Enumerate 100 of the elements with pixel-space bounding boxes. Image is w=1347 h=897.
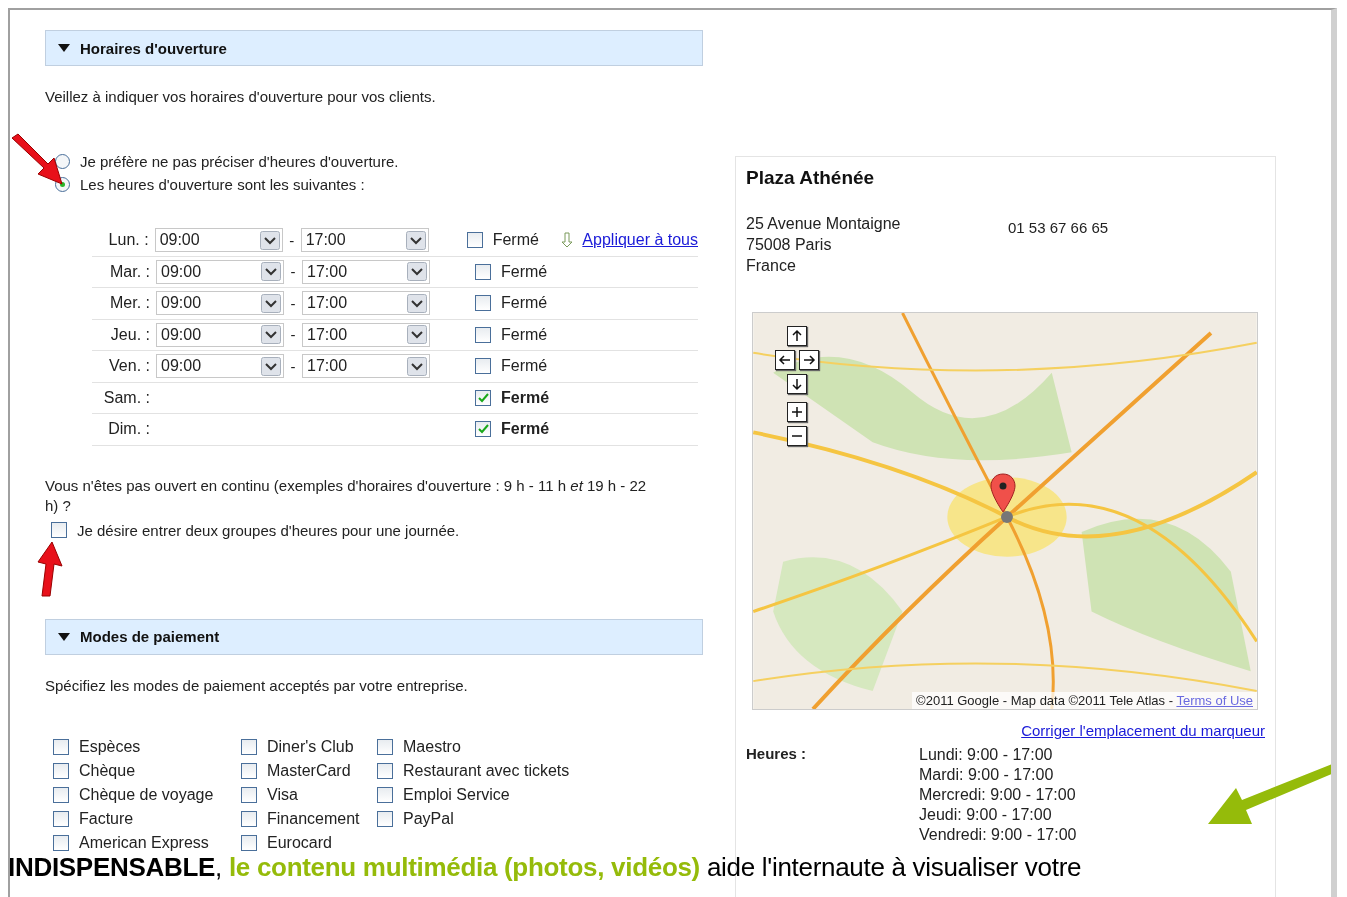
checkbox[interactable] — [475, 358, 491, 375]
time-select[interactable]: 09:00 — [156, 291, 284, 316]
checkbox[interactable] — [475, 263, 491, 280]
intro-text: Spécifiez les modes de paiement acceptés par votre entreprise. — [45, 676, 469, 694]
checkbox[interactable] — [53, 763, 69, 779]
hours-line: Mardi: 9:00 - 17:00 — [919, 765, 1055, 785]
closed-label: Fermé — [501, 388, 550, 407]
hours-line: Mercredi: 9:00 - 17:00 — [919, 785, 1077, 805]
payment-label: MasterCard — [267, 762, 351, 780]
time-select[interactable]: 17:00 — [302, 259, 430, 284]
checkbox[interactable] — [377, 787, 393, 803]
payment-label: PayPal — [403, 810, 454, 828]
dash-text: - — [289, 357, 297, 375]
collapse-triangle-icon[interactable] — [58, 44, 70, 52]
dash-text: - — [288, 231, 296, 249]
option-label: Les heures d'ouverture sont les suivantes : — [80, 176, 365, 193]
checkbox[interactable] — [53, 835, 69, 851]
hours-line: Lundi: 9:00 - 17:00 — [919, 745, 1054, 765]
closed-label: Fermé — [501, 262, 548, 281]
zoom-in-icon — [790, 405, 804, 419]
pan-down-icon — [790, 377, 804, 391]
payment-label: Chèque — [79, 762, 136, 780]
zoom-out-button[interactable] — [787, 426, 807, 446]
payment-label: Financement — [267, 810, 360, 828]
map-marker-icon[interactable] — [989, 473, 1017, 513]
time-select[interactable]: 09:00 — [156, 354, 284, 379]
checkbox[interactable] — [241, 811, 257, 827]
dash-text: - — [289, 326, 297, 344]
hours-line: Vendredi: 9:00 - 17:00 — [919, 825, 1077, 845]
checkbox[interactable] — [475, 389, 491, 406]
apply-all-link[interactable]: Appliquer à tous — [560, 231, 698, 250]
down-arrow-icon — [560, 232, 575, 249]
day-label: Dim. : — [107, 420, 150, 439]
dash-text: - — [289, 263, 297, 281]
section-header[interactable]: Modes de paiement — [45, 618, 703, 655]
checkbox[interactable] — [466, 232, 483, 249]
pan-up-button[interactable] — [787, 326, 807, 346]
checkbox[interactable] — [241, 787, 257, 803]
section-header[interactable]: Horaires d'ouverture — [45, 30, 703, 66]
checkbox[interactable] — [377, 763, 393, 779]
checkbox[interactable] — [475, 326, 491, 343]
dash-text: - — [289, 294, 297, 312]
day-label: Mar. : — [109, 262, 150, 281]
address-line: 75008 Paris — [746, 235, 833, 255]
payment-label: Chèque de voyage — [79, 786, 214, 804]
checkbox[interactable] — [241, 835, 257, 851]
day-label: Lun. : — [107, 231, 149, 250]
closed-label: Fermé — [501, 420, 550, 439]
checkbox[interactable] — [51, 522, 67, 538]
day-label: Mer. : — [109, 294, 150, 313]
checkbox[interactable] — [53, 739, 69, 755]
payment-label: Eurocard — [267, 834, 332, 852]
caption-text: INDISPENSABLE, le contenu multimédia (photos, vidéos) aide l'internaute à visualiser votre — [10, 852, 1082, 882]
time-select[interactable]: 09:00 — [154, 228, 283, 253]
radio-button[interactable] — [55, 154, 70, 169]
terms-link[interactable]: Terms of Use — [1176, 693, 1253, 708]
checkbox[interactable] — [475, 421, 491, 438]
checkbox[interactable] — [241, 763, 257, 779]
closed-label: Fermé — [501, 294, 548, 313]
payment-label: Espèces — [79, 738, 141, 756]
time-select[interactable]: 09:00 — [156, 322, 284, 347]
payment-label: American Express — [79, 834, 209, 852]
collapse-triangle-icon[interactable] — [58, 632, 70, 641]
payment-label: Restaurant avec tickets — [403, 762, 570, 780]
option-label: Je préfère ne pas préciser d'heures d'ouverture. — [80, 153, 399, 170]
pan-right-button[interactable] — [799, 350, 819, 370]
time-select[interactable]: 17:00 — [302, 322, 430, 347]
checkbox[interactable] — [53, 787, 69, 803]
payment-label: Maestro — [403, 738, 461, 756]
closed-label: Fermé — [492, 231, 539, 250]
pan-down-button[interactable] — [787, 374, 807, 394]
payment-label: Visa — [267, 786, 298, 804]
intro-text: Veillez à indiquer vos horaires d'ouverture pour vos clients. — [45, 88, 437, 105]
option-label: Je désire entrer deux groupes d'heures pour une journée. — [77, 521, 460, 539]
day-label: Sam. : — [102, 388, 150, 407]
time-select[interactable]: 09:00 — [156, 259, 284, 284]
pan-right-icon — [802, 353, 816, 367]
checkbox[interactable] — [377, 811, 393, 827]
address-line: France — [746, 256, 797, 276]
day-label: Jeu. : — [109, 325, 150, 344]
checkbox[interactable] — [377, 739, 393, 755]
pan-left-button[interactable] — [775, 350, 795, 370]
checkbox[interactable] — [241, 739, 257, 755]
zoom-in-button[interactable] — [787, 402, 807, 422]
address-line: 25 Avenue Montaigne — [746, 214, 902, 234]
checkbox[interactable] — [53, 811, 69, 827]
closed-label: Fermé — [501, 357, 548, 376]
hours-line: Jeudi: 9:00 - 17:00 — [919, 805, 1053, 825]
payment-label: Facture — [79, 810, 134, 828]
time-select[interactable]: 17:00 — [302, 354, 430, 379]
payment-label: Diner's Club — [267, 738, 354, 756]
time-select[interactable]: 17:00 — [300, 228, 429, 253]
hours-label: Heures : — [746, 745, 808, 762]
fix-marker-link[interactable]: Corriger l'emplacement du marqueur — [1021, 722, 1265, 739]
checkbox[interactable] — [475, 295, 491, 312]
phone-number: 01 53 67 66 65 — [1008, 219, 1109, 238]
pan-left-icon — [778, 353, 792, 367]
time-select[interactable]: 17:00 — [302, 291, 430, 316]
day-label: Ven. : — [108, 357, 150, 376]
payment-label: Emploi Service — [403, 786, 510, 804]
